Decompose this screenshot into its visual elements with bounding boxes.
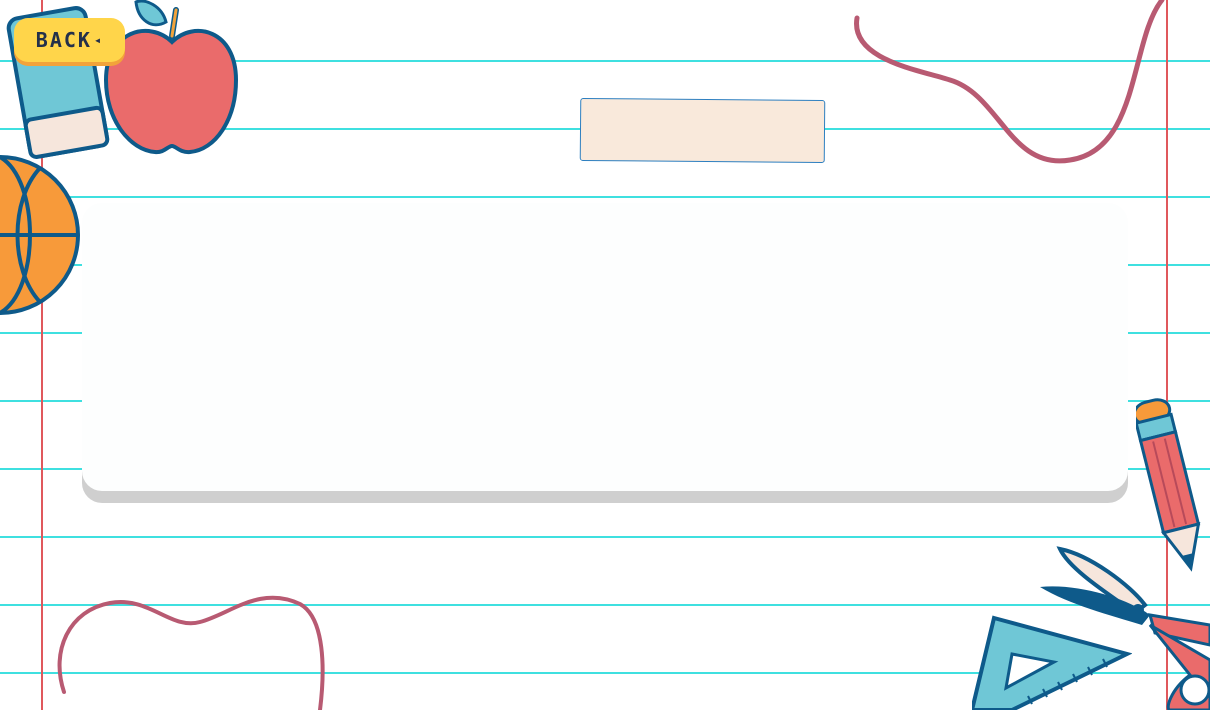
scribble-line-bottom-left	[57, 595, 325, 710]
basketball-icon	[0, 155, 80, 315]
content-card	[82, 203, 1128, 491]
set-square-icon	[972, 615, 1132, 710]
back-arrow-icon: ◂	[93, 33, 104, 47]
back-button[interactable]: BACK ◂	[14, 18, 125, 62]
back-button-label: BACK	[35, 28, 92, 52]
scribble-line-top-right	[854, 0, 1165, 164]
title-tape	[579, 97, 826, 164]
